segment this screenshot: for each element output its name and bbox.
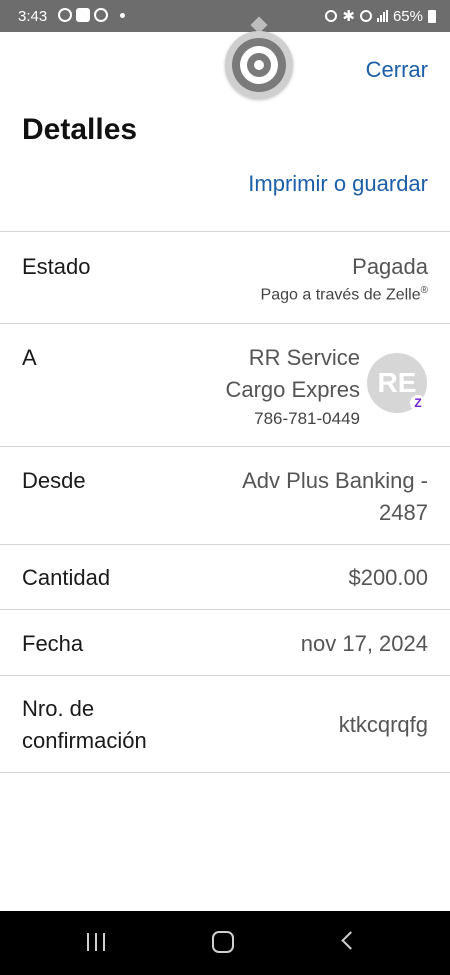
desde-label: Desde — [22, 468, 86, 493]
recipient-name-line1: RR Service — [248, 345, 360, 370]
wifi-icon — [359, 10, 372, 22]
registered-mark: ® — [420, 285, 428, 296]
battery-icon — [428, 9, 436, 23]
divider — [0, 609, 450, 610]
back-icon[interactable] — [341, 931, 360, 950]
divider — [0, 446, 450, 447]
zelle-note-text: Pago a través de Zelle — [260, 286, 421, 304]
a-label: A — [22, 345, 37, 370]
fecha-label: Fecha — [22, 631, 84, 656]
divider — [0, 544, 450, 545]
recipient-name-line2: Cargo Expres — [225, 377, 360, 402]
status-right: ✱ 65% — [325, 7, 436, 25]
confirmacion-label-line1: Nro. de — [22, 696, 95, 721]
alarm-icon — [325, 10, 338, 22]
zelle-badge-icon: Z — [410, 395, 426, 411]
signal-icon — [376, 10, 388, 22]
bluetooth-icon: ✱ — [342, 8, 355, 25]
fecha-value: nov 17, 2024 — [300, 631, 428, 656]
divider — [0, 772, 450, 773]
estado-label: Estado — [22, 254, 91, 279]
divider — [0, 231, 450, 232]
battery-percent: 65% — [392, 7, 423, 25]
home-icon[interactable] — [212, 931, 234, 953]
close-button[interactable]: Cerrar — [366, 57, 428, 83]
zelle-badge-letter: Z — [414, 396, 422, 410]
estado-value: Pagada — [352, 254, 428, 279]
dot-icon — [120, 12, 125, 18]
page-title: Detalles — [22, 113, 138, 146]
cantidad-value: $200.00 — [348, 565, 428, 590]
divider — [0, 323, 450, 324]
whatsapp-icon — [58, 8, 72, 22]
status-bar: 3:43 ✱ 65% — [0, 0, 450, 32]
status-time: 3:43 — [18, 8, 48, 25]
desde-value-line2: 2487 — [379, 500, 428, 525]
youtube-icon — [76, 8, 90, 22]
recents-icon[interactable] — [87, 933, 105, 951]
recipient-phone: 786-781-0449 — [254, 409, 360, 428]
cantidad-label: Cantidad — [22, 565, 111, 590]
avatar-initials: RE — [377, 367, 417, 398]
zelle-note: Pago a través de Zelle® — [261, 285, 428, 304]
confirmacion-value: ktkcqrqfg — [338, 712, 428, 737]
confirmacion-label-line2: confirmación — [22, 728, 147, 753]
divider — [0, 675, 450, 676]
navigation-bar — [0, 911, 450, 975]
status-left-icons — [58, 8, 125, 22]
app-icon — [94, 8, 108, 22]
target-icon[interactable] — [225, 31, 293, 99]
print-or-save-link[interactable]: Imprimir o guardar — [248, 171, 428, 197]
desde-value-line1: Adv Plus Banking - — [242, 468, 428, 493]
